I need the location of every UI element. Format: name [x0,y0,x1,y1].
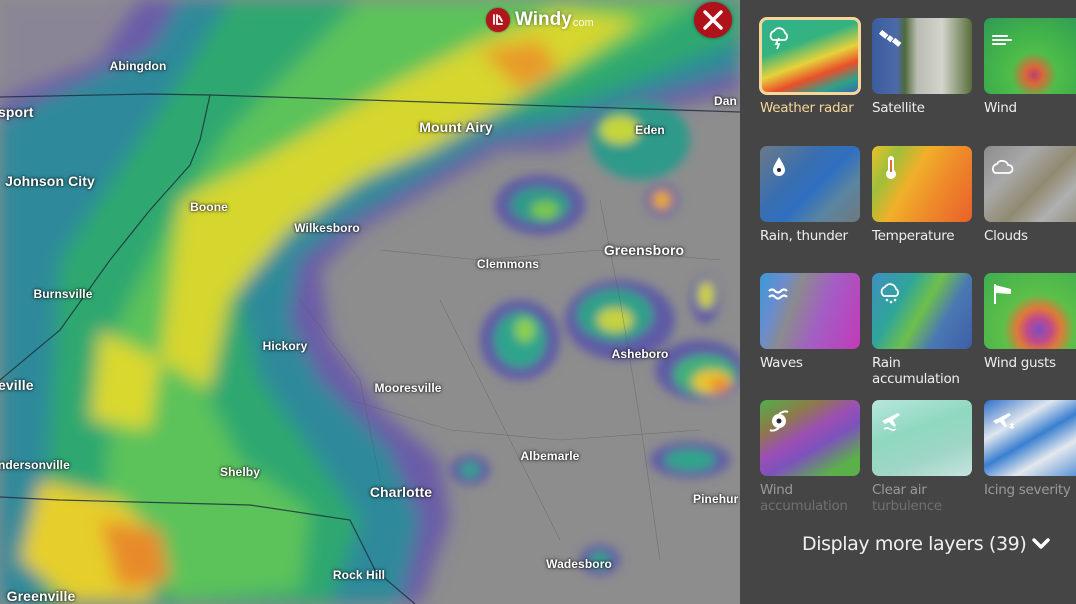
layer-thumbnail [759,17,861,95]
city-label: Boone [190,200,228,214]
layer-tile-waves[interactable]: Waves [760,273,860,371]
city-label: Shelby [220,465,260,479]
plane-turbulence-icon [882,413,900,431]
windy-wordmark: Windy [515,9,572,30]
windy-logo[interactable]: Windy com [486,8,594,32]
layer-thumbnail [872,400,972,476]
layer-tile-wind-gusts[interactable]: Wind gusts [984,273,1076,371]
layer-tile-wind-accumulation[interactable]: Wind accumulation [760,400,860,514]
city-label: Greensboro [603,242,685,258]
layer-label: Clouds [984,228,1028,244]
city-label: Rock Hill [332,568,386,582]
layer-thumbnail [872,273,972,349]
layer-label: Waves [760,355,803,371]
layer-thumbnail [872,146,972,222]
layer-tile-satellite[interactable]: Satellite [872,18,972,116]
layer-label: Temperature [872,228,955,244]
display-more-layers-label: Display more layers (39) [802,533,1027,555]
layer-thumbnail [760,273,860,349]
layer-label: Wind gusts [984,355,1056,371]
city-label: eville [0,377,34,393]
city-label: Dan [714,94,737,108]
layer-tile-rain-accumulation[interactable]: Rain accumulation [872,273,972,387]
layer-tile-rain-thunder[interactable]: Rain, thunder [760,146,860,244]
satellite-icon [879,29,902,47]
city-label: Charlotte [369,484,433,500]
close-button[interactable] [694,2,732,38]
layers-panel: Weather radar Satellite Wind Rain, thund… [740,0,1076,604]
city-label: Wilkesboro [294,221,360,235]
layer-label: Rain, thunder [760,228,848,244]
layer-tile-temperature[interactable]: Temperature [872,146,972,244]
raindrop-icon [773,157,785,176]
layer-thumbnail [984,146,1076,222]
layer-thumbnail [872,18,972,94]
layer-tile-icing-severity[interactable]: Icing severity [984,400,1076,498]
chevron-down-icon [1032,538,1051,549]
city-label: Eden [635,123,665,137]
layer-label: Weather radar [760,100,854,116]
layer-thumbnail [760,400,860,476]
radar-thunder-icon [769,27,788,50]
city-label: Hickory [262,339,308,353]
close-icon [703,10,723,30]
radar-map[interactable]: Abingdon sport Johnson City Boone Mount … [0,0,740,604]
city-label: Pinehur [693,492,739,506]
layer-tile-wind[interactable]: Wind [984,18,1076,116]
city-label: Burnsville [33,287,93,301]
city-label: ndersonville [0,458,70,472]
city-label: Greenville [6,588,76,604]
windy-logo-icon [486,8,510,32]
layer-label: Wind accumulation [760,482,848,514]
city-label: Wadesboro [546,557,612,571]
layer-label: Satellite [872,100,925,116]
layer-label: Clear air turbulence [872,482,942,514]
thermometer-icon [886,156,896,179]
city-label: Abingdon [109,59,167,73]
layer-thumbnail [984,18,1076,94]
layer-label: Wind [984,100,1017,116]
layer-label: Rain accumulation [872,355,960,387]
layer-label: Icing severity [984,482,1071,498]
city-label: Mount Airy [419,119,493,135]
rain-cloud-icon [880,283,899,304]
layer-thumbnail [984,400,1076,476]
layer-tile-clear-air-turbulence[interactable]: Clear air turbulence [872,400,972,514]
layer-thumbnail [984,273,1076,349]
city-label: Asheboro [611,347,669,361]
plane-icing-icon [993,413,1015,429]
city-label: Mooresville [374,381,442,395]
layer-thumbnail [760,146,860,222]
city-label: Clemmons [476,257,540,271]
city-label: Johnson City [5,173,95,189]
radar-overlay [0,0,740,604]
windy-domain: com [572,17,594,29]
layer-tile-weather-radar[interactable]: Weather radar [759,17,861,116]
display-more-layers-button[interactable]: Display more layers (39) [802,533,1051,555]
hurricane-icon [769,410,789,432]
waves-icon [768,288,788,300]
city-label: sport [0,104,34,120]
city-label: Albemarle [520,449,580,463]
windsock-icon [994,284,1011,304]
clouds-icon [992,159,1014,174]
wind-icon [992,35,1012,45]
layer-tile-clouds[interactable]: Clouds [984,146,1076,244]
